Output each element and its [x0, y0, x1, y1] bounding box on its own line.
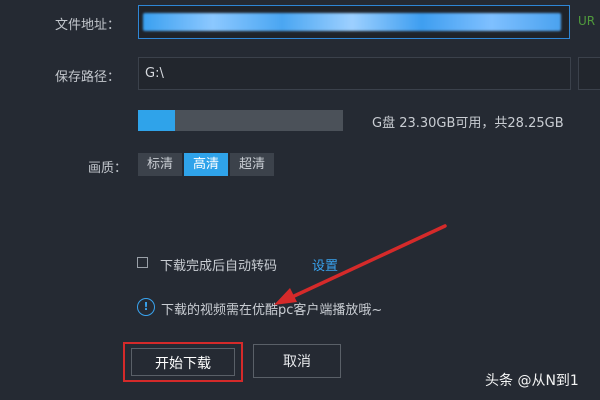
cancel-button[interactable]: 取消: [253, 344, 341, 378]
start-download-label: 开始下载: [131, 348, 235, 376]
watermark: 头条 @从N到1: [485, 373, 579, 389]
start-download-button[interactable]: 开始下载: [123, 342, 243, 382]
annotation-arrow: [274, 224, 447, 305]
